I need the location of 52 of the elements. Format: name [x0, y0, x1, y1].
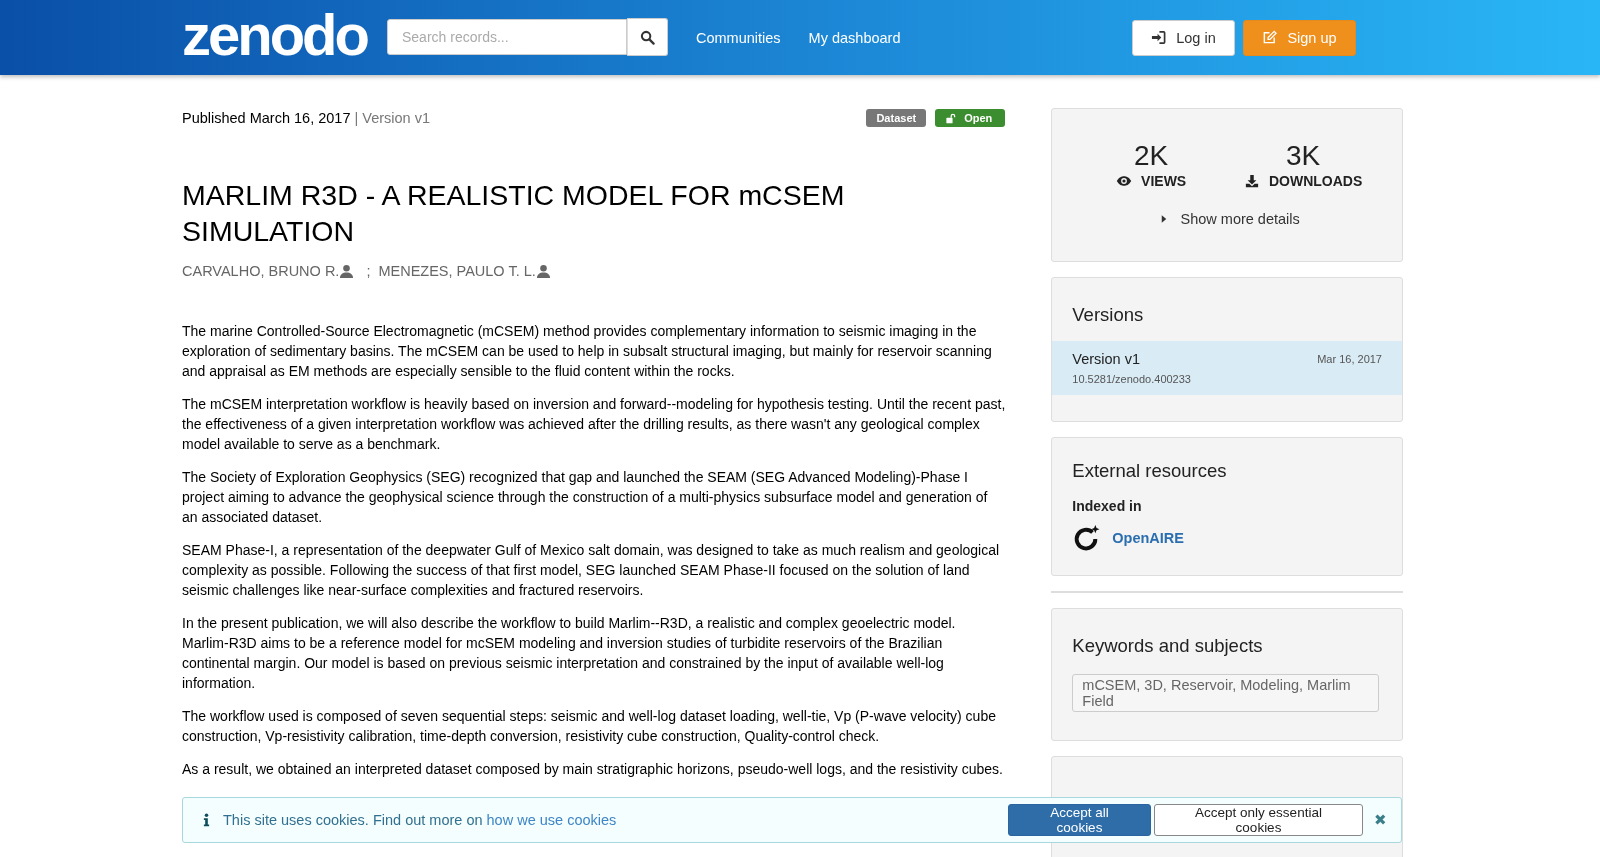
description-paragraph: The mCSEM interpretation workflow is heavily based on inversion and forward--modeling for hypothesis testing. Until the recent past, the effectiveness of a given interpretation workflow was achieved after the drilling results, as there wasn't any geological complex model available to serve as a benchmark.: [182, 395, 1006, 454]
description-paragraph: SEAM Phase-I, a representation of the deepwater Gulf of Mexico salt domain, was designed to take as much realism and geological complexity as possible. Following the success of that first model, SEG launched SEAM Phase-II focused on the solution of land seismic challenges like near-surface complexities and fractured reservoirs.: [182, 541, 1001, 600]
record-title: MARLIM R3D - A REALISTIC MODEL FOR mCSEM SIMULATION: [182, 178, 846, 249]
sign-in-icon: [1151, 30, 1167, 45]
card-title: Keywords and subjects: [1071, 634, 1264, 658]
version-item[interactable]: Version v1 Mar 16, 2017 10.5281/zenodo.400233: [1052, 341, 1402, 395]
cookie-message: This site uses cookies. Find out more on how we use cookies: [223, 812, 617, 828]
stat-value: 3K: [1285, 141, 1322, 171]
version-doi: 10.5281/zenodo.400233: [1072, 373, 1192, 385]
keywords-box: mCSEM, 3D, Reservoir, Modeling, Marlim Field: [1072, 674, 1379, 712]
cookie-policy-link[interactable]: how we use cookies: [486, 812, 617, 828]
caret-right-icon: [1160, 214, 1167, 224]
creator-link[interactable]: CARVALHO, BRUNO R.: [182, 263, 340, 279]
stat-label: DOWNLOADS: [1268, 173, 1363, 189]
search-field[interactable]: Search records...: [387, 19, 627, 55]
description-paragraph: In the present publication, we will also describe the workflow to build Marlim--R3D, a realistic and complex geoelectric model. Marlim-R3D aims to be a reference model for mcSEM modeling and inversion studies of turbidite reservoirs of the Brazilian continental margin. Our model is based on previous seismic interpretation and constrained by the input of available well-log information.: [182, 614, 957, 693]
resource-type-badge: Dataset: [866, 109, 927, 127]
edit-icon: [1262, 30, 1278, 45]
description-paragraph: The Society of Exploration Geophysics (SEG) recognized that gap and launched the SEAM (SEG Advanced Modeling)-Phase I project aiming to advance the geophysical science through the construction of a multi-physics subsurface model and generation of an associated dataset.: [182, 468, 989, 527]
log-in-button[interactable]: Log in: [1132, 19, 1235, 56]
accept-essential-cookies-button[interactable]: Accept only essential cookies: [1154, 804, 1363, 836]
openaire-link[interactable]: OpenAIRE: [1112, 530, 1184, 546]
description-paragraph: The workflow used is composed of seven sequential steps: seismic and well-log dataset loading, well-tie, Vp (P-wave velocity) cube construction, Vp-resistivity calibration, time-depth conversion, resistivity cube construction, Quality-control check.: [182, 707, 997, 746]
access-badge: Open: [935, 109, 1006, 127]
creator-link[interactable]: MENEZES, PAULO T. L.: [378, 263, 536, 279]
card-title: Versions: [1071, 303, 1145, 327]
nav-link[interactable]: My dashboard: [808, 29, 901, 46]
download-icon: [1243, 174, 1260, 188]
card-title: External resources: [1071, 459, 1228, 483]
user-icon: [339, 263, 355, 279]
version-date: Mar 16, 2017: [1317, 353, 1382, 365]
indexed-in-label: Indexed in: [1071, 498, 1143, 514]
publication-date: Published March 16, 2017: [182, 110, 351, 126]
version-label: | Version v1: [353, 110, 430, 126]
eye-icon: [1116, 174, 1133, 188]
show-more-details-link[interactable]: Show more details: [1058, 211, 1402, 227]
description-paragraph: As a result, we obtained an interpreted dataset composed by main stratigraphic horizons, pseudo-well logs, and the resistivity cubes.: [182, 760, 1004, 779]
nav-link[interactable]: Communities: [696, 29, 781, 46]
description-paragraph: The marine Controlled-Source Electromagnetic (mCSEM) method provides complementary information to seismic imaging in the exploration of sedimentary basins. The mCSEM can be used to help in subsalt structural imaging, but mainly for reservoir scanning and appraisal as EM methods are especially sensible to the fluid content within the rocks.: [182, 322, 993, 381]
user-icon: [535, 263, 551, 279]
accept-all-cookies-button[interactable]: Accept all cookies: [1008, 804, 1151, 836]
site-logo[interactable]: zenodo: [182, 5, 385, 64]
circular-arrow-logo-icon: [1072, 524, 1101, 552]
close-button[interactable]: ✖: [1370, 811, 1391, 829]
search-icon: [640, 29, 655, 45]
version-label: Version v1: [1072, 351, 1140, 367]
info-icon: [203, 813, 210, 827]
stat-label: VIEWS: [1141, 173, 1187, 189]
unlocked-padlock-icon: [945, 112, 957, 124]
separator: ;: [366, 263, 371, 279]
search-button[interactable]: [627, 18, 668, 56]
stat-value: 2K: [1133, 141, 1170, 171]
